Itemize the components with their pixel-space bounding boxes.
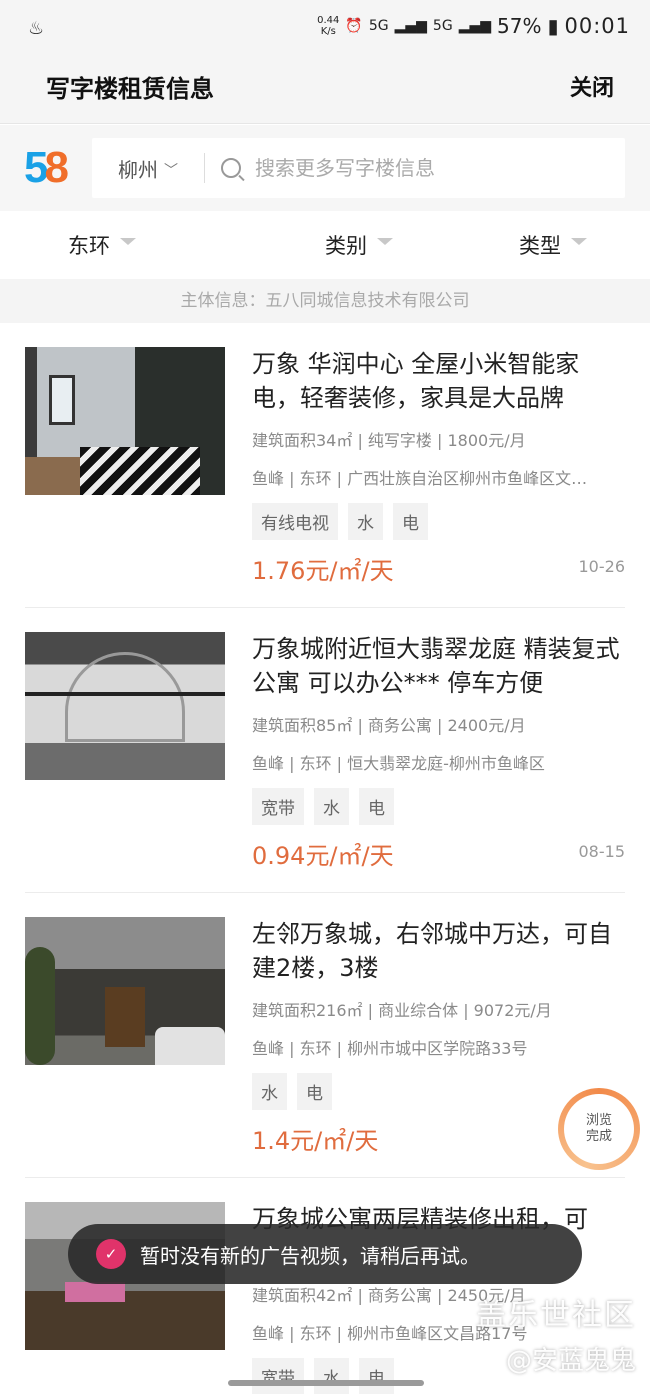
listing-location: 鱼峰 | 东环 | 柳州市城中区学院路33号 <box>252 1039 528 1058</box>
filter-category[interactable]: 类别 <box>262 211 456 279</box>
listing-location: 鱼峰 | 东环 | 广西壮族自治区柳州市鱼峰区文… <box>252 469 588 488</box>
dropdown-arrow-icon <box>571 237 587 245</box>
filter-bar: 东环 类别 类型 <box>0 211 650 279</box>
status-indicators: 0.44 K/s ⏰ 5G ▂▄▆ 5G ▂▄▆ 57% ▮ 00:01 <box>317 14 630 38</box>
list-item[interactable]: 万象 华润中心 全屋小米智能家电，轻奢装修，家具是大品牌 建筑面积34㎡ | 纯… <box>25 323 625 608</box>
battery-percent: 57% <box>497 14 542 38</box>
signal-icon: ▂▄▆ <box>394 18 427 34</box>
page-title: 写字楼租赁信息 <box>46 75 214 103</box>
listing-photo <box>25 347 225 495</box>
tag: 宽带 <box>252 788 304 825</box>
listing-location: 鱼峰 | 东环 | 恒大翡翠龙庭-柳州市鱼峰区 <box>252 754 545 773</box>
listing-tags: 有线电视 水 电 <box>252 503 625 540</box>
tag: 水 <box>348 503 383 540</box>
chevron-down-icon: ﹀ <box>164 163 178 179</box>
battery-icon: ▮ <box>547 14 559 38</box>
tag: 水 <box>314 1358 349 1394</box>
search-input[interactable] <box>255 156 615 180</box>
tag: 电 <box>359 1358 394 1394</box>
alarm-icon: ⏰ <box>345 18 363 34</box>
listing-price: 1.4元/㎡/天 <box>252 1127 379 1155</box>
tag: 水 <box>252 1073 287 1110</box>
signal-icon-2: ▂▄▆ <box>458 18 491 34</box>
listing-title: 万象 华润中心 全屋小米智能家电，轻奢装修，家具是大品牌 <box>252 350 580 412</box>
list-item[interactable]: 万象城附近恒大翡翠龙庭 精装复式公寓 可以办公*** 停车方便 建筑面积85㎡ … <box>25 608 625 893</box>
filter-type[interactable]: 类型 <box>456 211 650 279</box>
listing-title: 万象城附近恒大翡翠龙庭 精装复式公寓 可以办公*** 停车方便 <box>252 635 620 697</box>
list-item[interactable]: 左邻万象城，右邻城中万达，可自建2楼，3楼 建筑面积216㎡ | 商业综合体 |… <box>25 893 625 1178</box>
status-bar: ♨ 0.44 K/s ⏰ 5G ▂▄▆ 5G ▂▄▆ 57% ▮ 00:01 <box>0 0 650 56</box>
home-indicator[interactable] <box>228 1380 424 1386</box>
toast-message: ✓ 暂时没有新的广告视频，请稍后再试。 <box>68 1224 582 1284</box>
clock: 00:01 <box>564 14 630 38</box>
subject-info: 主体信息：五八同城信息技术有限公司 <box>0 279 650 323</box>
search-row: 58 柳州 ﹀ <box>0 125 650 211</box>
listing-date: 08-15 <box>578 842 626 861</box>
listing-price: 0.94元/㎡/天 <box>252 842 394 870</box>
listing-photo <box>25 632 225 780</box>
city-label: 柳州 <box>118 157 158 182</box>
close-button[interactable]: 关闭 <box>570 70 614 102</box>
listing-title: 左邻万象城，右邻城中万达，可自建2楼，3楼 <box>252 920 612 982</box>
divider <box>204 153 205 183</box>
search-box: 柳州 ﹀ <box>92 138 625 198</box>
tag: 有线电视 <box>252 503 338 540</box>
dropdown-arrow-icon <box>377 237 393 245</box>
notification-icon: ♨ <box>28 18 45 39</box>
tag: 电 <box>297 1073 332 1110</box>
browse-complete-badge[interactable]: 浏览 完成 <box>558 1088 640 1170</box>
tag: 水 <box>314 788 349 825</box>
listing-date: 10-26 <box>578 557 626 576</box>
network-5g-label: 5G <box>368 18 389 34</box>
filter-area[interactable]: 东环 <box>0 211 262 279</box>
watermark: 盖乐世社区 @安蓝鬼鬼 <box>476 1298 636 1376</box>
toast-text: 暂时没有新的广告视频，请稍后再试。 <box>140 1243 480 1268</box>
check-icon: ✓ <box>96 1239 126 1269</box>
tag: 电 <box>393 503 428 540</box>
title-bar: 写字楼租赁信息 关闭 <box>0 56 650 124</box>
listing-specs: 建筑面积216㎡ | 商业综合体 | 9072元/月 <box>252 1001 552 1020</box>
listing-specs: 建筑面积85㎡ | 商务公寓 | 2400元/月 <box>252 716 526 735</box>
search-icon <box>221 158 241 178</box>
dropdown-arrow-icon <box>120 237 136 245</box>
listing-specs: 建筑面积34㎡ | 纯写字楼 | 1800元/月 <box>252 431 526 450</box>
58-logo: 58 <box>24 143 69 192</box>
city-selector[interactable]: 柳州 ﹀ <box>92 154 204 183</box>
network-5g-label-2: 5G <box>432 18 453 34</box>
listing-tags: 宽带 水 电 <box>252 788 625 825</box>
tag: 电 <box>359 788 394 825</box>
tag: 宽带 <box>252 1358 304 1394</box>
listing-photo <box>25 917 225 1065</box>
listing-price: 1.76元/㎡/天 <box>252 557 394 585</box>
net-speed: 0.44 K/s <box>317 15 340 37</box>
